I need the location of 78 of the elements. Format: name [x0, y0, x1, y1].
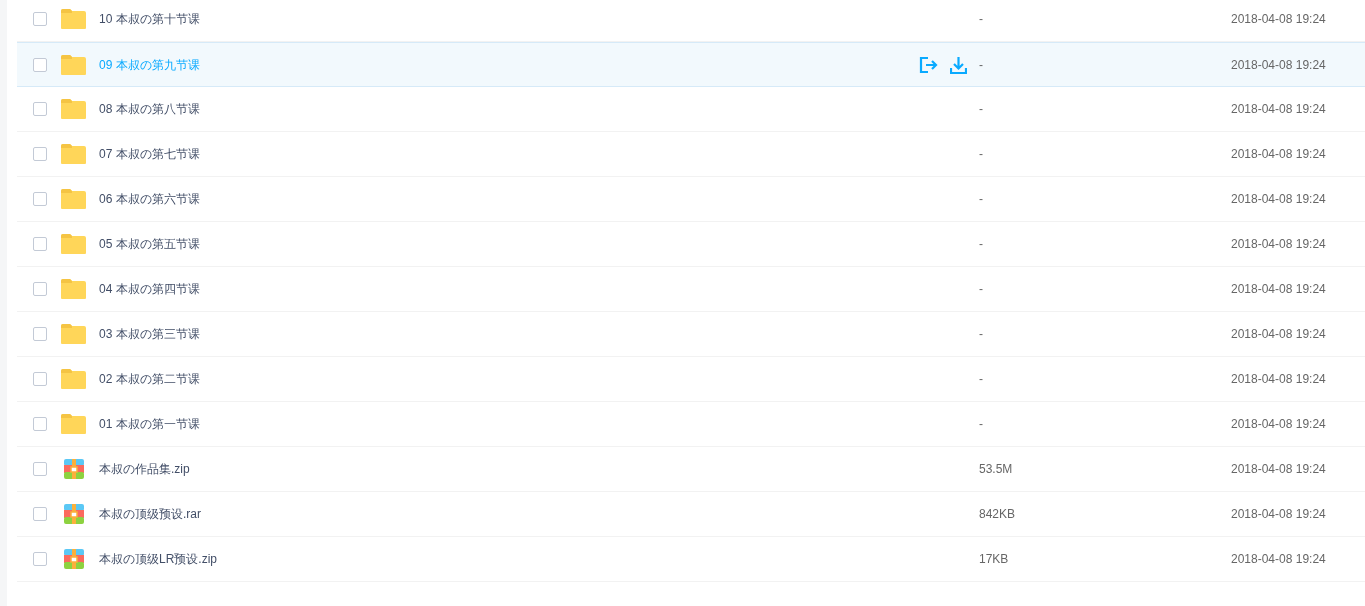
file-row[interactable]: 本叔の作品集.zip 53.5M 2018-04-08 19:24	[17, 447, 1365, 492]
file-row[interactable]: 04 本叔の第四节课 - 2018-04-08 19:24	[17, 267, 1365, 312]
checkbox[interactable]	[33, 372, 47, 386]
file-size: 842KB	[979, 506, 1017, 523]
file-size: -	[979, 416, 984, 433]
file-size: -	[979, 191, 984, 208]
file-size: 17KB	[979, 551, 1010, 568]
modified-date: 2018-04-08 19:24	[1231, 551, 1327, 568]
file-size: -	[979, 326, 984, 343]
checkbox[interactable]	[33, 507, 47, 521]
checkbox[interactable]	[33, 552, 47, 566]
folder-icon	[60, 323, 87, 345]
checkbox[interactable]	[33, 12, 47, 26]
file-row[interactable]: 07 本叔の第七节课 - 2018-04-08 19:24	[17, 132, 1365, 177]
file-size: -	[979, 11, 984, 28]
modified-date: 2018-04-08 19:24	[1231, 461, 1327, 478]
folder-icon	[60, 233, 87, 255]
modified-date: 2018-04-08 19:24	[1231, 11, 1327, 28]
file-size: -	[979, 236, 984, 253]
archive-icon	[63, 459, 84, 479]
file-row[interactable]: 本叔の顶级预设.rar 842KB 2018-04-08 19:24	[17, 492, 1365, 537]
file-size: -	[979, 371, 984, 388]
file-name[interactable]: 04 本叔の第四节课	[99, 280, 200, 298]
share-icon[interactable]	[918, 55, 938, 74]
file-row[interactable]: 本叔の顶级LR预设.zip 17KB 2018-04-08 19:24	[17, 537, 1365, 582]
file-name[interactable]: 本叔の顶级预设.rar	[99, 505, 201, 523]
file-row[interactable]: 08 本叔の第八节课 - 2018-04-08 19:24	[17, 87, 1365, 132]
file-row[interactable]: 09 本叔の第九节课 - 2018-04-08 19:24	[17, 42, 1365, 87]
archive-icon	[63, 549, 84, 569]
checkbox[interactable]	[33, 102, 47, 116]
checkbox[interactable]	[33, 417, 47, 431]
checkbox[interactable]	[33, 282, 47, 296]
archive-icon	[63, 504, 84, 524]
file-size: 53.5M	[979, 461, 1014, 478]
folder-icon	[60, 278, 87, 300]
file-row[interactable]: 02 本叔の第二节课 - 2018-04-08 19:24	[17, 357, 1365, 402]
file-name[interactable]: 05 本叔の第五节课	[99, 235, 200, 253]
checkbox[interactable]	[33, 462, 47, 476]
folder-icon	[60, 98, 87, 120]
modified-date: 2018-04-08 19:24	[1231, 56, 1327, 74]
folder-icon	[60, 53, 87, 76]
file-name[interactable]: 03 本叔の第三节课	[99, 325, 200, 343]
checkbox[interactable]	[33, 192, 47, 206]
modified-date: 2018-04-08 19:24	[1231, 236, 1327, 253]
folder-icon	[60, 413, 87, 435]
file-name[interactable]: 02 本叔の第二节课	[99, 370, 200, 388]
file-name[interactable]: 本叔の顶级LR预设.zip	[99, 550, 217, 568]
file-name[interactable]: 10 本叔の第十节课	[99, 10, 200, 28]
file-name[interactable]: 01 本叔の第一节课	[99, 415, 200, 433]
download-icon[interactable]	[950, 55, 967, 74]
folder-icon	[60, 368, 87, 390]
modified-date: 2018-04-08 19:24	[1231, 191, 1327, 208]
file-name[interactable]: 06 本叔の第六节课	[99, 190, 200, 208]
file-row[interactable]: 03 本叔の第三节课 - 2018-04-08 19:24	[17, 312, 1365, 357]
modified-date: 2018-04-08 19:24	[1231, 146, 1327, 163]
checkbox[interactable]	[33, 327, 47, 341]
folder-icon	[60, 143, 87, 165]
file-size: -	[979, 146, 984, 163]
file-size: -	[979, 101, 984, 118]
modified-date: 2018-04-08 19:24	[1231, 416, 1327, 433]
file-row[interactable]: 01 本叔の第一节课 - 2018-04-08 19:24	[17, 402, 1365, 447]
file-row[interactable]: 05 本叔の第五节课 - 2018-04-08 19:24	[17, 222, 1365, 267]
folder-icon	[60, 188, 87, 210]
folder-icon	[60, 8, 87, 30]
modified-date: 2018-04-08 19:24	[1231, 101, 1327, 118]
checkbox[interactable]	[33, 57, 47, 72]
modified-date: 2018-04-08 19:24	[1231, 281, 1327, 298]
checkbox[interactable]	[33, 147, 47, 161]
file-size: -	[979, 281, 984, 298]
file-name[interactable]: 08 本叔の第八节课	[99, 100, 200, 118]
file-row[interactable]: 06 本叔の第六节课 - 2018-04-08 19:24	[17, 177, 1365, 222]
modified-date: 2018-04-08 19:24	[1231, 506, 1327, 523]
file-size: -	[979, 56, 984, 74]
file-name[interactable]: 07 本叔の第七节课	[99, 145, 200, 163]
modified-date: 2018-04-08 19:24	[1231, 371, 1327, 388]
checkbox[interactable]	[33, 237, 47, 251]
file-name[interactable]: 本叔の作品集.zip	[99, 460, 190, 478]
modified-date: 2018-04-08 19:24	[1231, 326, 1327, 343]
